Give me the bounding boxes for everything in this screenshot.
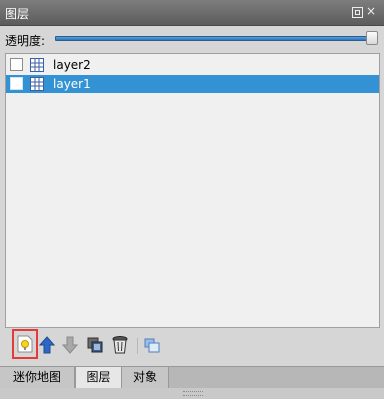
bring-to-front-icon	[143, 335, 163, 355]
bottom-tab-bar: 迷你地图 图层 对象	[0, 366, 384, 389]
new-layer-icon	[14, 335, 36, 353]
opacity-label: 透明度:	[5, 34, 46, 48]
panel-titlebar[interactable]: 图层 ×	[0, 0, 384, 26]
copy-layer-icon	[86, 335, 106, 355]
move-layer-up-button[interactable]	[38, 335, 58, 357]
bring-to-front-button[interactable]	[143, 335, 163, 357]
arrow-down-icon	[61, 335, 81, 355]
toolbar-separator	[137, 338, 138, 354]
layers-panel: 图层 × 透明度: layer2 layer1 迷你地图 图层 对象	[0, 0, 384, 399]
panel-footer	[0, 388, 384, 399]
new-layer-button[interactable]	[12, 329, 38, 359]
layer-visibility-checkbox[interactable]	[10, 58, 23, 71]
grid-layer-icon	[30, 77, 44, 91]
opacity-slider-thumb[interactable]	[366, 31, 378, 45]
tab-objects[interactable]: 对象	[122, 367, 169, 388]
grid-layer-icon	[30, 58, 44, 72]
opacity-slider-track[interactable]	[55, 36, 371, 41]
resize-grip[interactable]	[183, 391, 203, 396]
move-layer-down-button[interactable]	[61, 335, 81, 357]
trash-icon	[111, 335, 131, 355]
layer-row-selected[interactable]: layer1	[6, 75, 379, 93]
layer-visibility-checkbox[interactable]	[10, 77, 23, 90]
tab-minimap[interactable]: 迷你地图	[0, 367, 75, 388]
layer-name: layer1	[53, 77, 91, 91]
copy-layer-button[interactable]	[86, 335, 106, 357]
delete-layer-button[interactable]	[111, 335, 131, 357]
tab-layers[interactable]: 图层	[75, 367, 122, 388]
layer-row[interactable]: layer2	[6, 56, 379, 74]
float-window-icon[interactable]	[352, 7, 363, 18]
opacity-row: 透明度:	[0, 28, 384, 50]
panel-title: 图层	[5, 7, 30, 21]
layer-toolbar	[0, 329, 384, 363]
arrow-up-icon	[38, 335, 58, 355]
layer-list[interactable]: layer2 layer1	[5, 53, 380, 328]
layer-name: layer2	[53, 58, 91, 72]
close-icon[interactable]: ×	[366, 5, 377, 17]
